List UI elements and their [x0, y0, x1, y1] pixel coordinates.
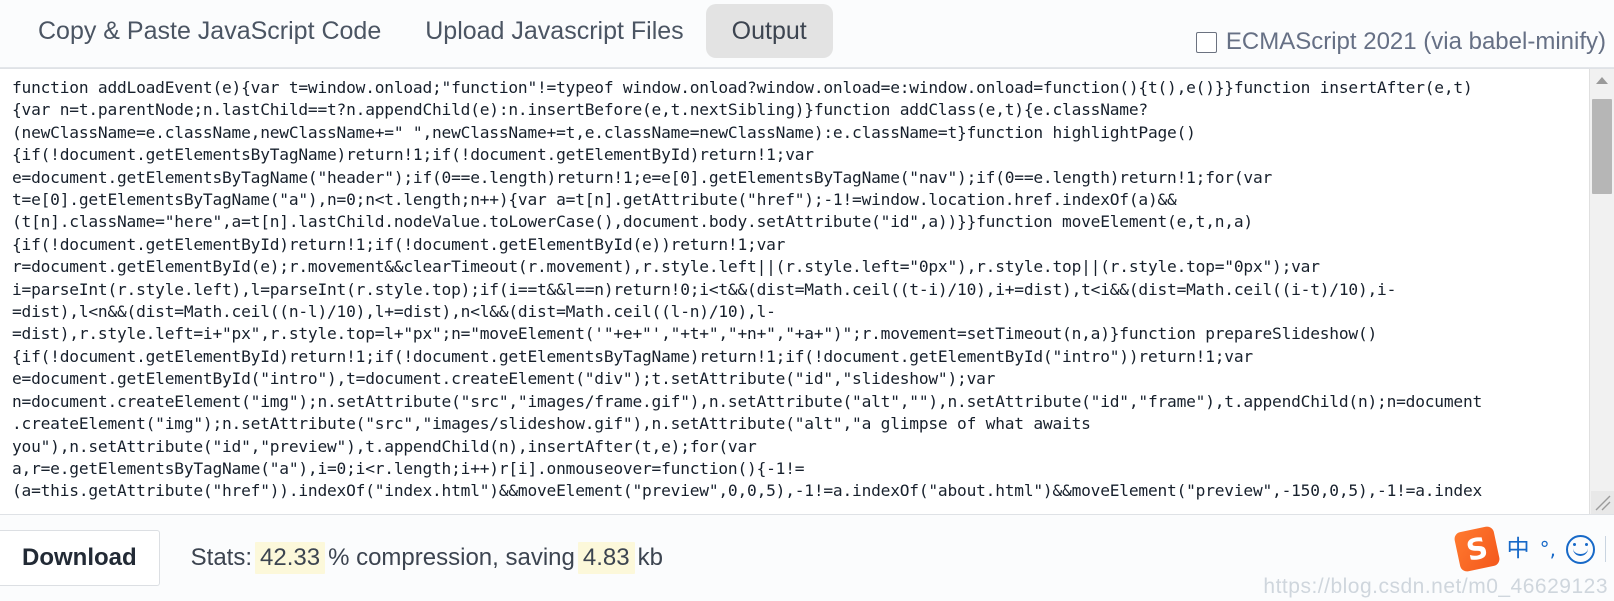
tab-label: Copy & Paste JavaScript Code	[38, 17, 382, 45]
ecmascript-checkbox[interactable]	[1195, 31, 1217, 53]
sogou-logo-icon[interactable]: S	[1452, 525, 1501, 573]
stats-prefix: Stats:	[190, 544, 253, 571]
scroll-up-arrow-icon[interactable]	[1590, 69, 1614, 91]
triangle-up-icon	[1596, 76, 1608, 84]
vertical-scrollbar[interactable]	[1589, 69, 1614, 514]
sogou-logo-letter: S	[1462, 529, 1491, 568]
scrollbar-track[interactable]	[1590, 91, 1614, 492]
compression-value: 42.33	[255, 542, 326, 574]
tab-bar: Copy & Paste JavaScript Code Upload Java…	[0, 0, 1614, 68]
watermark-text: https://blog.csdn.net/m0_46629123	[1263, 575, 1608, 598]
smiley-mouth	[1573, 548, 1588, 556]
download-button-label: Download	[22, 544, 137, 571]
ime-divider	[1605, 536, 1606, 562]
tab-output[interactable]: Output	[705, 4, 833, 58]
output-panel: function addLoadEvent(e){var t=window.on…	[0, 68, 1614, 515]
ime-language-mode-button[interactable]: 中	[1507, 537, 1530, 561]
code-scroll-region[interactable]: function addLoadEvent(e){var t=window.on…	[0, 69, 1589, 514]
download-button[interactable]: Download	[0, 530, 160, 586]
saving-unit: kb	[637, 544, 663, 571]
tab-copy-paste-javascript-code[interactable]: Copy & Paste JavaScript Code	[16, 6, 403, 60]
ime-punctuation-button[interactable]: °,	[1540, 539, 1556, 559]
ime-toolbar[interactable]: S 中 °,	[1452, 525, 1606, 573]
ecmascript-option[interactable]: ECMAScript 2021 (via babel-minify)	[1195, 28, 1614, 55]
minifier-app: Copy & Paste JavaScript Code Upload Java…	[0, 0, 1614, 601]
ecmascript-label: ECMAScript 2021 (via babel-minify)	[1225, 28, 1606, 55]
saving-value: 4.83	[577, 542, 635, 574]
resize-handle-icon[interactable]	[1591, 491, 1614, 514]
stats-text: Stats: 42.33 % compression, saving 4.83 …	[188, 542, 666, 574]
emoji-icon[interactable]	[1566, 534, 1595, 564]
footer-bar: Download Stats: 42.33 % compression, sav…	[0, 515, 1614, 601]
scrollbar-thumb[interactable]	[1592, 99, 1612, 194]
tab-label: Upload Javascript Files	[425, 17, 684, 45]
tab-upload-javascript-files[interactable]: Upload Javascript Files	[403, 6, 705, 60]
tab-label: Output	[731, 17, 807, 45]
minified-code-output[interactable]: function addLoadEvent(e){var t=window.on…	[12, 77, 1583, 503]
compression-unit: % compression, saving	[328, 544, 575, 571]
